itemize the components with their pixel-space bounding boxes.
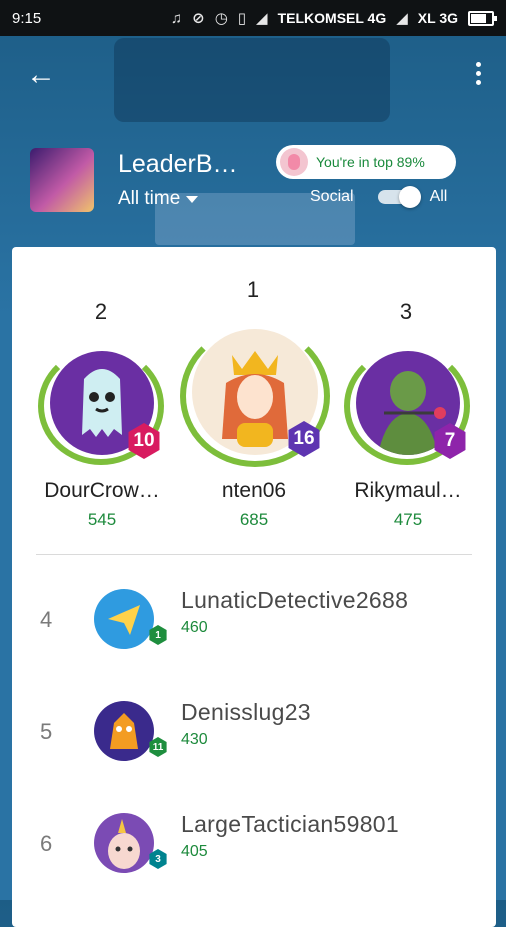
- podium-rank-3: 3: [399, 299, 413, 324]
- game-thumbnail: [30, 148, 94, 212]
- row-player-name: Denisslug23: [181, 699, 311, 725]
- list-item[interactable]: 6 3 LargeTactician59801 405: [12, 805, 496, 895]
- podium-player-name[interactable]: DourCrow…: [32, 479, 172, 503]
- podium-score: 475: [393, 510, 423, 529]
- row-score: 460: [181, 619, 208, 636]
- podium-rank-2: 2: [94, 299, 108, 324]
- toggle-label-social: Social: [310, 188, 354, 205]
- podium-score: 685: [239, 510, 269, 529]
- chevron-down-icon: [186, 195, 199, 203]
- podium-rank-1: 1: [246, 277, 260, 302]
- carrier-2: XL 3G: [417, 10, 458, 26]
- time-filter-label: All time: [118, 188, 181, 209]
- row-rank: 4: [40, 607, 53, 632]
- alarm-icon: ◷: [214, 10, 228, 27]
- rank-percentile-text: You're in top 89%: [316, 154, 425, 170]
- social-all-switch[interactable]: [377, 186, 421, 208]
- social-all-toggle-row: Social All: [310, 186, 448, 208]
- row-player-name: LunaticDetective2688: [181, 587, 409, 613]
- status-icons: ♫ ⊘ ◷ ▯ ◢ TELKOMSEL 4G ◢ XL 3G: [170, 9, 497, 27]
- headphones-icon: ♫: [170, 9, 183, 27]
- divider: [36, 554, 472, 555]
- paper-plane-avatar: [94, 589, 154, 649]
- status-time: 9:15: [12, 9, 42, 27]
- list-item[interactable]: 5 11 Denisslug23 430: [12, 693, 496, 783]
- carrier-1: TELKOMSEL 4G: [277, 10, 387, 26]
- overflow-menu-icon[interactable]: [476, 62, 482, 89]
- row-score: 430: [181, 731, 208, 748]
- leaderboard-card: 2 10 DourCrow… 545 1 16 nten06 685 3 7 R…: [12, 247, 496, 927]
- list-item[interactable]: 4 1 LunaticDetective2688 460: [12, 581, 496, 671]
- no-sync-icon: ⊘: [192, 10, 205, 27]
- battery-icon: [468, 10, 497, 26]
- rank-percentile-badge: You're in top 89%: [276, 145, 456, 179]
- row-rank: 5: [40, 719, 53, 744]
- podium-player-name[interactable]: nten06: [184, 479, 324, 503]
- podium-player-name[interactable]: Rikymaul…: [338, 479, 478, 503]
- switch-knob: [398, 186, 421, 208]
- signal-icon: ◢: [256, 10, 268, 27]
- unicorn-avatar: [94, 813, 154, 873]
- toggle-label-all: All: [429, 188, 448, 205]
- player-avatar-icon: [280, 148, 308, 176]
- back-arrow-icon[interactable]: ←: [26, 58, 56, 92]
- row-rank: 6: [40, 831, 53, 856]
- dragon-avatar: [94, 701, 154, 761]
- signal-icon: ◢: [396, 10, 408, 27]
- app-bar: ←: [0, 36, 506, 116]
- podium-score: 545: [87, 510, 117, 529]
- time-filter-dropdown[interactable]: All time: [118, 188, 199, 210]
- row-score: 405: [181, 843, 208, 860]
- page-title: LeaderB…: [118, 150, 238, 178]
- vibrate-icon: ▯: [237, 10, 247, 27]
- row-player-name: LargeTactician59801: [181, 811, 399, 837]
- status-bar: 9:15 ♫ ⊘ ◷ ▯ ◢ TELKOMSEL 4G ◢ XL 3G: [0, 0, 506, 36]
